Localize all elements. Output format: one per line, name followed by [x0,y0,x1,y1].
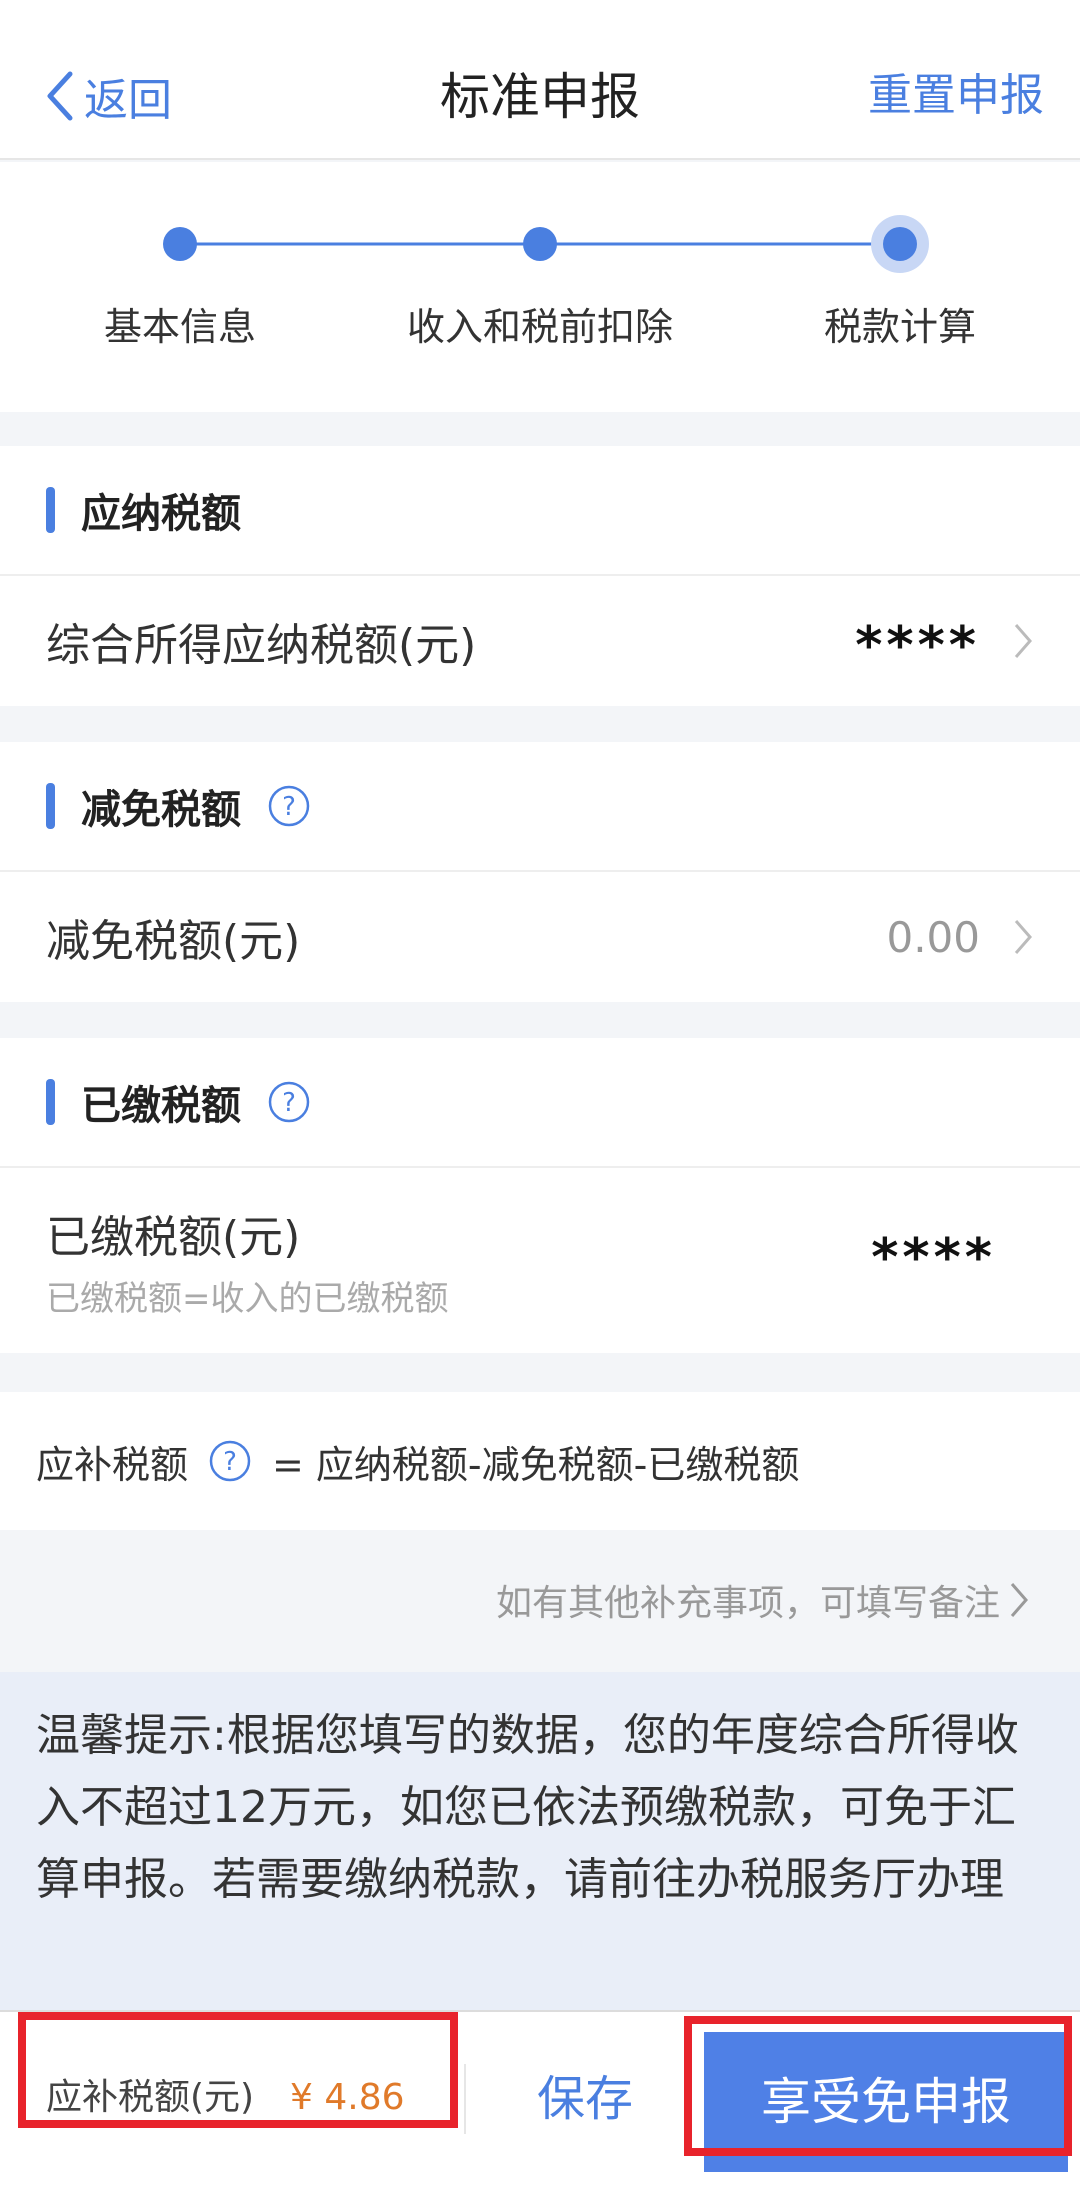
section-header: 已缴税额 ? [0,1038,1080,1168]
svg-text:?: ? [223,1447,237,1477]
step-dot-3 [883,227,917,261]
progress-stepper: 基本信息 收入和税前扣除 税款计算 [0,162,1080,412]
remark-link[interactable]: 如有其他补充事项，可填写备注 [496,1570,1030,1630]
svg-text:?: ? [282,1088,296,1118]
question-circle-icon[interactable]: ? [267,784,311,828]
paid-tax-row: 已缴税额(元) 已缴税额=收入的已缴税额 **** [0,1168,1080,1353]
section-marker [46,783,55,829]
highlight-box-submit [684,2016,1072,2156]
save-button[interactable]: 保存 [480,2064,690,2134]
formula-expression: = 应纳税额-减免税额-已缴税额 [272,1442,800,1487]
question-circle-icon[interactable]: ? [267,1080,311,1124]
formula-row: 应补税额 ? = 应纳税额-减免税额-已缴税额 [0,1392,1080,1530]
divider [464,2064,466,2134]
row-label: 已缴税额(元) [46,1212,301,1263]
section-marker [46,487,55,533]
svg-text:?: ? [282,792,296,822]
section-header: 应纳税额 [0,446,1080,576]
formula-label: 应补税额 [36,1442,189,1487]
question-circle-icon[interactable]: ? [208,1439,252,1483]
section-paid-tax: 已缴税额 ? 已缴税额(元) 已缴税额=收入的已缴税额 **** [0,1038,1080,1353]
step-label-income-deduction: 收入和税前扣除 [406,305,673,349]
section-tax-reduction: 减免税额 ? 减免税额(元) 0.00 [0,742,1080,1002]
row-label: 综合所得应纳税额(元) [46,620,477,671]
remark-link-label: 如有其他补充事项，可填写备注 [495,1583,1000,1624]
reset-declaration-button[interactable]: 重置申报 [868,66,1044,126]
section-title: 已缴税额 [81,1083,241,1129]
step-dot-1 [163,227,197,261]
row-label: 减免税额(元) [46,916,301,967]
section-header: 减免税额 ? [0,742,1080,872]
section-title: 减免税额 [81,787,241,833]
warm-tip: 温馨提示:根据您填写的数据，您的年度综合所得收入不超过12万元，如您已依法预缴税… [0,1672,1080,2012]
row-sublabel: 已缴税额=收入的已缴税额 [46,1279,449,1319]
step-label-basic-info: 基本信息 [103,305,256,349]
row-value: 0.00 [886,912,980,962]
section-marker [46,1079,55,1125]
stepper-track [163,215,929,273]
highlight-box-tax-due [18,2012,458,2128]
section-payable-tax: 应纳税额 综合所得应纳税额(元) **** [0,446,1080,706]
tax-reduction-row[interactable]: 减免税额(元) 0.00 [0,872,1080,1002]
section-title: 应纳税额 [81,491,241,537]
chevron-right-icon [1010,1583,1028,1617]
payable-tax-row[interactable]: 综合所得应纳税额(元) **** [0,576,1080,706]
chevron-right-icon [1014,624,1032,658]
nav-bar: 返回 标准申报 重置申报 [0,0,1080,160]
step-dot-2 [523,227,557,261]
row-value-masked: **** [871,1228,996,1288]
step-label-tax-calculation: 税款计算 [823,305,976,349]
row-value-masked: **** [855,616,980,676]
chevron-right-icon [1014,920,1032,954]
